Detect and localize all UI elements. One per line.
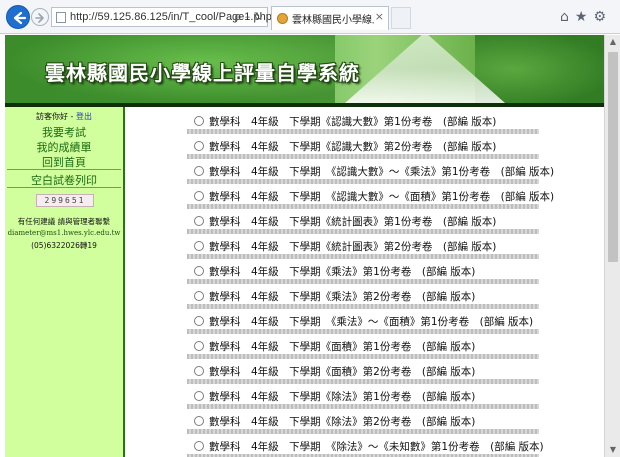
forward-arrow-icon: [35, 13, 44, 23]
admin-email[interactable]: diameter@ms1.hwes.ylc.edu.tw: [5, 229, 123, 237]
logout-link[interactable]: 登出: [76, 112, 92, 121]
exam-list: 數學科 4年級 下學期《認識大數》第1份考卷 (部編 版本) 數學科 4年級 下學…: [125, 107, 604, 457]
close-tab-icon[interactable]: ×: [375, 10, 384, 23]
scroll-up-icon[interactable]: ▲: [605, 35, 620, 49]
new-tab-button[interactable]: [391, 7, 411, 29]
exam-label[interactable]: 數學科 4年級 下學期 《認識大數》～《面積》第1份考卷 (部編 版本): [209, 189, 554, 204]
exam-option[interactable]: 數學科 4年級 下學期《乘法》第1份考卷 (部編 版本): [187, 259, 539, 284]
greeting-line: 訪客你好 - 登出: [5, 111, 123, 122]
exam-label[interactable]: 數學科 4年級 下學期《除法》第2份考卷 (部編 版本): [209, 414, 475, 429]
site-title: 雲林縣國民小學線上評量自學系統: [45, 61, 360, 85]
exam-radio-button[interactable]: [194, 391, 204, 401]
sidebar-link-print-blank[interactable]: 空白試卷列印: [5, 172, 123, 188]
exam-radio-button[interactable]: [194, 441, 204, 451]
exam-option[interactable]: 數學科 4年級 下學期《乘法》第2份考卷 (部編 版本): [187, 284, 539, 309]
contact-text: 有任何建議 請與管理者聯繫: [17, 217, 111, 226]
exam-radio-button[interactable]: [194, 141, 204, 151]
scroll-thumb[interactable]: [608, 52, 618, 262]
tab-title: 雲林縣國民小學線上評量自...: [292, 15, 374, 26]
browser-tab[interactable]: 雲林縣國民小學線上評量自... ×: [271, 6, 389, 30]
exam-label[interactable]: 數學科 4年級 下學期《除法》第1份考卷 (部編 版本): [209, 389, 475, 404]
sidebar-divider: [7, 169, 121, 170]
exam-label[interactable]: 數學科 4年級 下學期《乘法》第2份考卷 (部編 版本): [209, 289, 475, 304]
exam-option[interactable]: 數學科 4年級 下學期《認識大數》第1份考卷 (部編 版本): [187, 109, 539, 134]
exam-label[interactable]: 數學科 4年級 下學期《認識大數》第2份考卷 (部編 版本): [209, 139, 496, 154]
sidebar-link-home[interactable]: 回到首頁: [5, 154, 123, 170]
header-banner: 雲林縣國民小學線上評量自學系統: [5, 35, 604, 103]
greeting-text: 訪客你好: [36, 112, 68, 121]
exam-option[interactable]: 數學科 4年級 下學期《統計圖表》第1份考卷 (部編 版本): [187, 209, 539, 234]
greeting-separator: -: [68, 112, 76, 121]
exam-label[interactable]: 數學科 4年級 下學期《認識大數》第1份考卷 (部編 版本): [209, 114, 496, 129]
exam-radio-button[interactable]: [194, 341, 204, 351]
exam-radio-button[interactable]: [194, 316, 204, 326]
exam-radio-button[interactable]: [194, 191, 204, 201]
sidebar: 訪客你好 - 登出 我要考試 我的成績單 回到首頁 空白試卷列印 299651 …: [5, 107, 125, 457]
exam-radio-button[interactable]: [194, 216, 204, 226]
address-bar[interactable]: http://59.125.86.125/in/T_cool/Page1.php…: [51, 7, 272, 27]
admin-phone: (05)6322026轉19: [31, 241, 97, 250]
exam-label[interactable]: 數學科 4年級 下學期 《認識大數》～《乘法》第1份考卷 (部編 版本): [209, 164, 554, 179]
exam-option[interactable]: 數學科 4年級 下學期 《除法》～《未知數》第1份考卷 (部編 版本): [187, 434, 544, 457]
exam-option[interactable]: 數學科 4年級 下學期《認識大數》第2份考卷 (部編 版本): [187, 134, 539, 159]
sidebar-link-report-card[interactable]: 我的成績單: [5, 139, 123, 155]
page-viewport: 雲林縣國民小學線上評量自學系統 訪客你好 - 登出 我要考試 我的成績單 回到首…: [0, 35, 604, 457]
back-button[interactable]: [6, 5, 30, 29]
exam-option[interactable]: 數學科 4年級 下學期《面積》第2份考卷 (部編 版本): [187, 359, 539, 384]
exam-label[interactable]: 數學科 4年級 下學期《乘法》第1份考卷 (部編 版本): [209, 264, 475, 279]
site-favicon-icon: [277, 13, 288, 24]
exam-label[interactable]: 數學科 4年級 下學期 《除法》～《未知數》第1份考卷 (部編 版本): [209, 439, 544, 454]
exam-option[interactable]: 數學科 4年級 下學期《除法》第2份考卷 (部編 版本): [187, 409, 539, 434]
exam-label[interactable]: 數學科 4年級 下學期《統計圖表》第1份考卷 (部編 版本): [209, 214, 496, 229]
sidebar-link-take-exam[interactable]: 我要考試: [5, 124, 123, 140]
forward-button[interactable]: [31, 8, 49, 26]
exam-label[interactable]: 數學科 4年級 下學期《面積》第1份考卷 (部編 版本): [209, 339, 475, 354]
exam-radio-button[interactable]: [194, 366, 204, 376]
exam-radio-button[interactable]: [194, 241, 204, 251]
scroll-down-icon[interactable]: ▼: [605, 443, 620, 457]
exam-option[interactable]: 數學科 4年級 下學期 《認識大數》～《面積》第1份考卷 (部編 版本): [187, 184, 554, 209]
visit-counter: 299651: [36, 194, 94, 207]
exam-option[interactable]: 數學科 4年級 下學期《統計圖表》第2份考卷 (部編 版本): [187, 234, 539, 259]
exam-option[interactable]: 數學科 4年級 下學期《面積》第1份考卷 (部編 版本): [187, 334, 539, 359]
exam-option[interactable]: 數學科 4年級 下學期《除法》第1份考卷 (部編 版本): [187, 384, 539, 409]
sidebar-divider: [7, 187, 121, 188]
vertical-scrollbar[interactable]: ▲ ▼: [604, 35, 620, 457]
home-favorites-settings-icons[interactable]: ⌂★⚙: [560, 9, 612, 25]
back-arrow-icon: [13, 11, 27, 25]
exam-radio-button[interactable]: [194, 116, 204, 126]
exam-label[interactable]: 數學科 4年級 下學期《面積》第2份考卷 (部編 版本): [209, 364, 475, 379]
page-icon: [56, 12, 66, 23]
banner-trees-right: [475, 35, 604, 103]
exam-radio-button[interactable]: [194, 416, 204, 426]
exam-radio-button[interactable]: [194, 291, 204, 301]
browser-toolbar: http://59.125.86.125/in/T_cool/Page1.php…: [0, 0, 620, 34]
search-refresh-icon[interactable]: ρ – ↻: [234, 10, 263, 23]
exam-option[interactable]: 數學科 4年級 下學期 《乘法》～《面積》第1份考卷 (部編 版本): [187, 309, 539, 334]
exam-label[interactable]: 數學科 4年級 下學期 《乘法》～《面積》第1份考卷 (部編 版本): [209, 314, 533, 329]
exam-radio-button[interactable]: [194, 166, 204, 176]
exam-radio-button[interactable]: [194, 266, 204, 276]
exam-option[interactable]: 數學科 4年級 下學期 《認識大數》～《乘法》第1份考卷 (部編 版本): [187, 159, 554, 184]
exam-label[interactable]: 數學科 4年級 下學期《統計圖表》第2份考卷 (部編 版本): [209, 239, 496, 254]
